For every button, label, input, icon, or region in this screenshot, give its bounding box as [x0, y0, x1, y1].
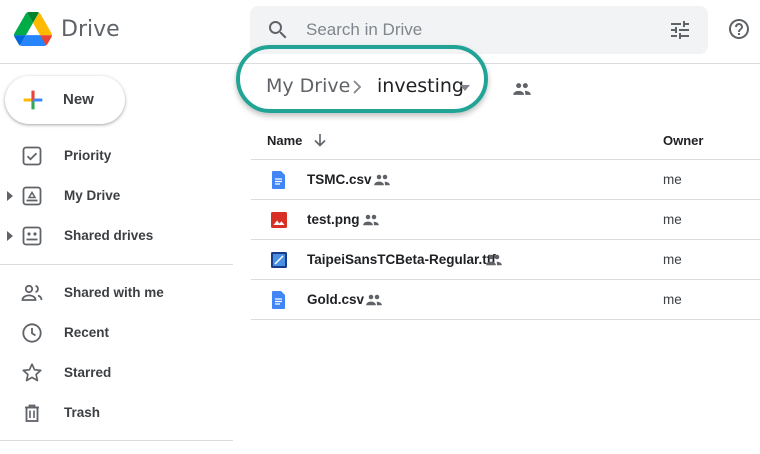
search-input[interactable]: Search in Drive [306, 20, 422, 40]
column-header-name[interactable]: Name [267, 133, 302, 148]
star-icon [22, 363, 42, 382]
my-drive-icon [22, 186, 42, 206]
file-row[interactable]: Gold.csv me [251, 280, 760, 320]
document-file-icon [272, 291, 285, 309]
sidebar-item-label: Shared with me [64, 285, 164, 300]
sidebar-item-recent[interactable]: Recent [0, 313, 233, 353]
sidebar-item-starred[interactable]: Starred [0, 353, 233, 393]
search-options-icon[interactable] [668, 18, 692, 42]
chevron-right-icon [353, 80, 362, 94]
caret-down-icon[interactable] [459, 84, 471, 92]
new-button[interactable]: New [5, 76, 125, 124]
expand-arrow-icon[interactable] [6, 230, 14, 242]
file-name[interactable]: test.png [307, 212, 360, 227]
expand-arrow-icon[interactable] [6, 190, 14, 202]
file-name[interactable]: TaipeiSansTCBeta-Regular.ttf [307, 252, 496, 267]
new-button-label: New [63, 91, 94, 108]
sidebar-item-label: Shared drives [64, 228, 154, 243]
shared-icon [363, 214, 379, 226]
people-icon [21, 284, 43, 301]
sidebar-item-label: Priority [64, 148, 112, 163]
font-file-icon [271, 252, 287, 268]
app-title: Drive [61, 16, 120, 42]
sidebar-item-label: Trash [64, 405, 101, 420]
file-owner: me [663, 292, 682, 307]
sidebar-item-shared-with-me[interactable]: Shared with me [0, 273, 233, 313]
breadcrumb-current-folder[interactable]: investing [377, 75, 464, 97]
priority-icon [22, 146, 42, 166]
shared-folder-icon[interactable] [512, 80, 532, 98]
sidebar-item-label: My Drive [64, 188, 121, 203]
sidebar-item-shared-drives[interactable]: Shared drives [0, 216, 233, 256]
sidebar-item-label: Recent [64, 325, 110, 340]
file-row[interactable]: TaipeiSansTCBeta-Regular.ttf me [251, 240, 760, 280]
file-row[interactable]: TSMC.csv me [251, 160, 760, 200]
file-owner: me [663, 252, 682, 267]
file-name[interactable]: TSMC.csv [307, 172, 372, 187]
file-name[interactable]: Gold.csv [307, 292, 364, 307]
sidebar-item-my-drive[interactable]: My Drive [0, 176, 233, 216]
search-icon[interactable] [266, 18, 290, 42]
shared-icon [486, 254, 502, 266]
clock-icon [22, 323, 42, 343]
plus-icon [23, 90, 43, 110]
document-file-icon [272, 171, 285, 189]
file-owner: me [663, 172, 682, 187]
shared-icon [374, 174, 390, 186]
sidebar-item-trash[interactable]: Trash [0, 393, 233, 433]
file-owner: me [663, 212, 682, 227]
column-header-owner: Owner [663, 133, 704, 148]
shared-icon [366, 294, 382, 306]
shared-drives-icon [22, 226, 42, 246]
trash-icon [25, 404, 39, 422]
sidebar-item-label: Starred [64, 365, 112, 380]
sidebar-divider [0, 440, 233, 441]
sort-arrow-down-icon[interactable] [313, 132, 327, 148]
drive-logo[interactable]: Drive [14, 12, 120, 46]
file-list-header: Name Owner [251, 120, 760, 160]
sidebar-item-priority[interactable]: Priority [0, 136, 233, 176]
image-file-icon [271, 212, 287, 228]
drive-logo-icon [14, 12, 52, 46]
file-row[interactable]: test.png me [251, 200, 760, 240]
breadcrumb-root[interactable]: My Drive [266, 75, 350, 97]
help-icon[interactable] [727, 17, 751, 41]
sidebar-divider [0, 264, 233, 265]
